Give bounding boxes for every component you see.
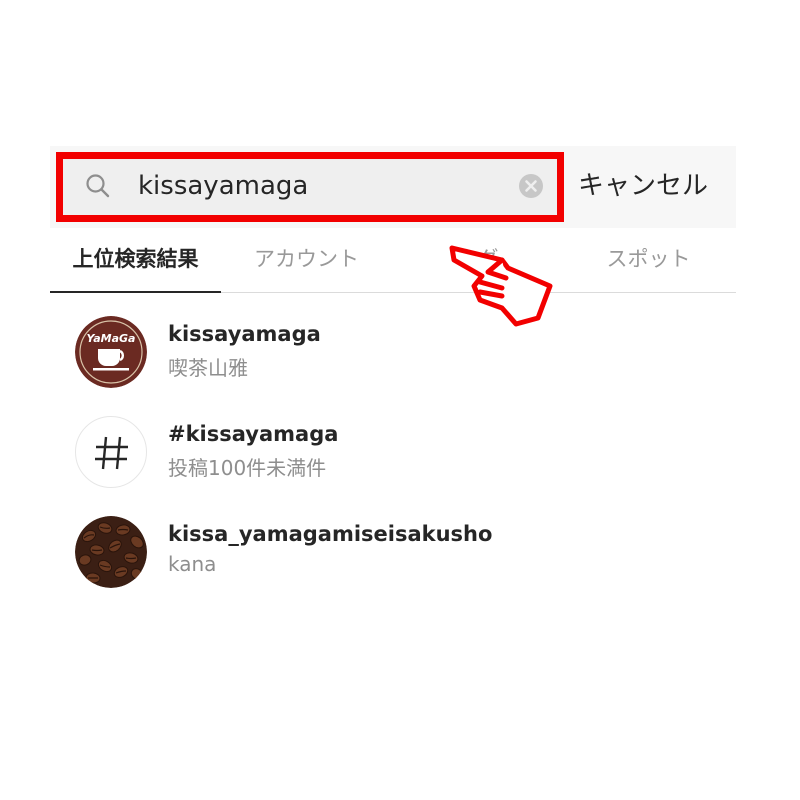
active-tab-indicator bbox=[50, 291, 221, 293]
logo-text: YaMaGa bbox=[87, 332, 136, 345]
cafe-logo-avatar: YaMaGa bbox=[75, 316, 147, 388]
result-subtitle: 喫茶山雅 bbox=[168, 356, 248, 380]
cancel-button[interactable]: キャンセル bbox=[578, 168, 708, 204]
hashtag-avatar bbox=[75, 416, 147, 488]
tab-top-results[interactable]: 上位検索結果 bbox=[50, 228, 221, 292]
result-subtitle: kana bbox=[168, 552, 217, 576]
search-tabs: 上位検索結果 アカウント タグ スポット bbox=[50, 228, 736, 293]
result-title: kissayamaga bbox=[168, 322, 321, 346]
result-row[interactable]: #kissayamaga 投稿100件未満件 bbox=[50, 404, 736, 494]
tab-accounts[interactable]: アカウント bbox=[221, 228, 392, 292]
result-row[interactable]: kissa_yamagamiseisakusho kana bbox=[50, 504, 736, 594]
coffee-beans-photo bbox=[75, 516, 147, 588]
search-screen: kissayamaga キャンセル 上位検索結果 アカウント タグ スポット Y… bbox=[50, 146, 736, 600]
tab-places[interactable]: スポット bbox=[563, 228, 734, 292]
coffee-beans-avatar bbox=[75, 516, 147, 588]
hashtag-icon bbox=[95, 436, 128, 470]
highlight-frame bbox=[56, 152, 564, 222]
pointing-hand-icon bbox=[449, 245, 553, 327]
search-bar: kissayamaga キャンセル bbox=[50, 146, 736, 228]
result-subtitle: 投稿100件未満件 bbox=[168, 456, 327, 480]
cafe-logo-icon: YaMaGa bbox=[75, 316, 147, 388]
result-title: kissa_yamagamiseisakusho bbox=[168, 522, 493, 546]
result-title: #kissayamaga bbox=[168, 422, 339, 446]
result-row[interactable]: YaMaGa kissayamaga 喫茶山雅 bbox=[50, 304, 736, 394]
